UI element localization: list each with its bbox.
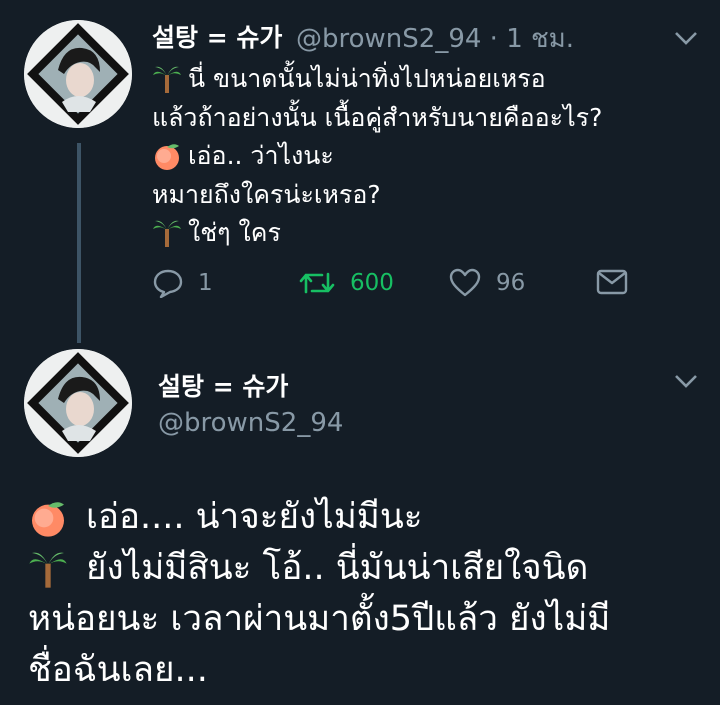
tweet-line: ใช่ๆ ใคร xyxy=(152,214,602,253)
avatar-image xyxy=(24,20,132,128)
tweet-text: เอ่อ.... น่าจะยังไม่มีนะ ยังไม่มีสินะ โอ… xyxy=(28,492,610,696)
like-count: 96 xyxy=(496,270,526,296)
avatar-image xyxy=(24,349,132,457)
tweet-line: เอ่อ.. ว่าไงนะ xyxy=(152,137,602,176)
reply-button[interactable]: 1 xyxy=(152,268,213,298)
palm-tree-icon xyxy=(152,64,182,94)
tweet-line-text: เอ่อ.... น่าจะยังไม่มีนะ xyxy=(86,497,423,537)
tweet-line-text: เอ่อ.. ว่าไงนะ xyxy=(188,141,334,170)
tweet-line-text: หน่อยนะ เวลาผ่านมาตั้ง5ปีแล้ว ยังไม่มี xyxy=(28,599,611,639)
tweet-line-text: ชื่อฉันเลย... xyxy=(28,650,208,690)
retweet-button[interactable]: 600 xyxy=(298,268,394,298)
chevron-down-icon[interactable] xyxy=(672,371,700,391)
display-name[interactable]: 설탕 = 슈가 xyxy=(158,367,288,403)
display-name[interactable]: 설탕 = 슈가 xyxy=(152,18,282,54)
tweet-line-text: ยังไม่มีสินะ โอ้.. นี่มันน่าเสียใจนิด xyxy=(86,548,589,588)
tweet-line: ชื่อฉันเลย... xyxy=(28,645,610,696)
tweet-line: แล้วถ้าอย่างนั้น เนื้อคู่สำหรับนายคืออะไ… xyxy=(152,99,602,138)
chevron-down-icon[interactable] xyxy=(672,28,700,48)
thread-connector xyxy=(77,143,81,343)
tweet-line: เอ่อ.... น่าจะยังไม่มีนะ xyxy=(28,492,610,543)
direct-message-button[interactable] xyxy=(596,268,642,296)
reply-icon xyxy=(153,269,183,298)
tweet-line: ยังไม่มีสินะ โอ้.. นี่มันน่าเสียใจนิด xyxy=(28,543,610,594)
retweet-count: 600 xyxy=(350,270,394,296)
tweet-text: นี่ ขนาดนั้นไม่น่าทิ่งไปหน่อยเหรอ แล้วถ้… xyxy=(152,60,602,253)
envelope-icon xyxy=(596,269,628,295)
tweet-actions: 1 600 96 xyxy=(152,268,652,308)
handle[interactable]: @brownS2_94 xyxy=(158,408,343,438)
handle-and-time[interactable]: @brownS2_94 · 1 ชม. xyxy=(296,18,574,59)
peach-icon xyxy=(152,141,182,171)
tweet-line-text: ใช่ๆ ใคร xyxy=(188,218,281,247)
heart-icon xyxy=(449,268,481,297)
retweet-icon xyxy=(299,272,335,294)
palm-tree-icon xyxy=(152,218,182,248)
reply-count: 1 xyxy=(198,270,213,296)
palm-tree-icon xyxy=(28,549,68,589)
tweet-line-text: นี่ ขนาดนั้นไม่น่าทิ่งไปหน่อยเหรอ xyxy=(188,64,546,93)
tweet-line: หน่อยนะ เวลาผ่านมาตั้ง5ปีแล้ว ยังไม่มี xyxy=(28,594,610,645)
avatar[interactable] xyxy=(24,20,132,128)
peach-icon xyxy=(28,498,68,538)
tweet-line: นี่ ขนาดนั้นไม่น่าทิ่งไปหน่อยเหรอ xyxy=(152,60,602,99)
avatar[interactable] xyxy=(24,349,132,457)
tweet-line-text: แล้วถ้าอย่างนั้น เนื้อคู่สำหรับนายคืออะไ… xyxy=(152,102,603,132)
tweet-line-text: หมายถึงใครน่ะเหรอ? xyxy=(152,179,381,209)
tweet-line: หมายถึงใครน่ะเหรอ? xyxy=(152,176,602,215)
like-button[interactable]: 96 xyxy=(448,268,525,298)
